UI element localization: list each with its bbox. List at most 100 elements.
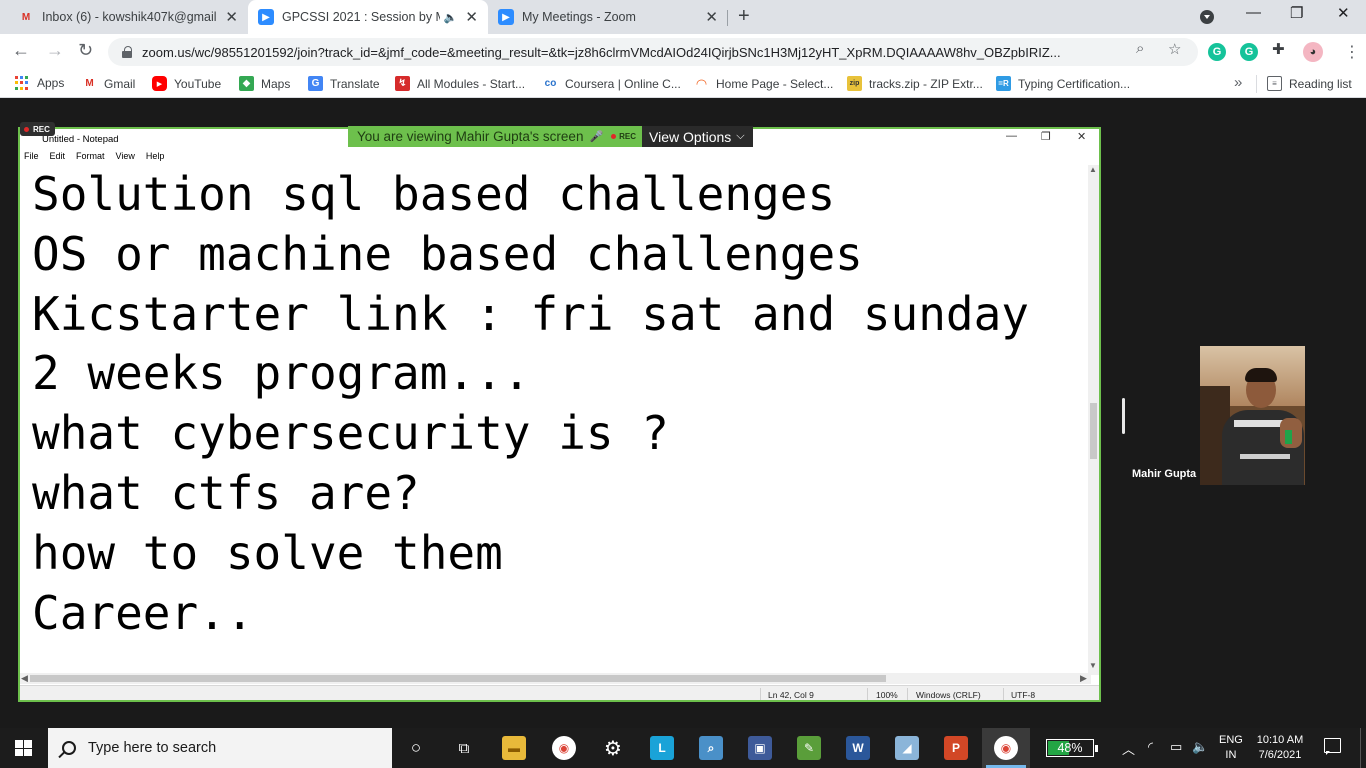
tab-title: My Meetings - Zoom xyxy=(522,10,636,24)
notepad-restore-icon[interactable]: ❐ xyxy=(1041,130,1051,143)
vertical-scroll-thumb[interactable] xyxy=(1090,403,1097,459)
battery-indicator[interactable]: 48% xyxy=(1046,739,1098,757)
tab-my-meetings[interactable]: ▶ My Meetings - Zoom ✕ xyxy=(488,0,728,34)
bookmark-home-page[interactable]: ◠ Home Page - Select... xyxy=(694,76,834,91)
participant-video[interactable] xyxy=(1200,346,1305,485)
bookmark-maps[interactable]: ◆ Maps xyxy=(239,76,290,91)
zoom-icon: ▶ xyxy=(258,9,274,25)
tab-gmail-inbox[interactable]: M Inbox (6) - kowshik407k@gmail.c ✕ xyxy=(8,0,248,34)
l-app-icon[interactable]: L xyxy=(650,736,674,760)
settings-gear-icon[interactable]: ⚙ xyxy=(601,736,625,760)
forward-arrow-icon[interactable]: → xyxy=(46,40,64,61)
windows-start-icon[interactable] xyxy=(15,740,32,756)
banner-rec-label: REC xyxy=(619,132,637,141)
horizontal-scroll-thumb[interactable] xyxy=(30,675,886,682)
magnifier-app-icon[interactable]: ⌕ xyxy=(699,736,723,760)
reading-list-button[interactable]: ≡ Reading list xyxy=(1267,76,1352,91)
view-options-button[interactable]: View Options ⌵ xyxy=(642,126,753,147)
encoding: UTF-8 xyxy=(1011,690,1036,700)
text-line: Career.. xyxy=(32,585,254,640)
wifi-icon[interactable]: ◜ xyxy=(1148,739,1153,755)
notepad-minimize-icon[interactable]: — xyxy=(1006,130,1017,142)
monitor-app-icon[interactable]: ▣ xyxy=(748,736,772,760)
bookmark-label: Translate xyxy=(330,76,380,91)
show-hidden-icons-chevron[interactable]: ︿ xyxy=(1122,739,1135,758)
notepad-statusbar: Ln 42, Col 9 100% Windows (CRLF) UTF-8 xyxy=(20,685,1099,700)
reload-icon[interactable]: ↻ xyxy=(78,40,93,61)
bookmark-all-modules[interactable]: ↯ All Modules - Start... xyxy=(395,76,525,91)
more-bookmarks-chevron[interactable]: » xyxy=(1234,74,1242,91)
powerpoint-icon[interactable]: P xyxy=(944,736,968,760)
task-view-icon[interactable]: ⧉ xyxy=(452,736,476,760)
system-clock[interactable]: 10:10 AM 7/6/2021 xyxy=(1248,733,1312,763)
lock-icon xyxy=(122,46,132,58)
snipping-tool-icon[interactable]: ◢ xyxy=(895,736,919,760)
speaker-icon[interactable]: 🔈 xyxy=(444,11,458,24)
menu-dots-icon[interactable]: ⋮ xyxy=(1344,42,1360,62)
screen: M Inbox (6) - kowshik407k@gmail.c ✕ ▶ GP… xyxy=(0,0,1366,768)
bookmark-translate[interactable]: G Translate xyxy=(308,76,380,91)
battery-icon[interactable]: ▭ xyxy=(1170,739,1182,755)
cortana-icon[interactable]: ○ xyxy=(404,736,428,760)
zoom-level: 100% xyxy=(876,690,898,700)
file-explorer-icon[interactable]: ▬ xyxy=(502,736,526,760)
chrome-active-icon[interactable]: ◉ xyxy=(994,736,1018,760)
extensions-puzzle-icon[interactable]: ✚ xyxy=(1272,40,1285,58)
vertical-scrollbar[interactable]: ▲ ▼ xyxy=(1088,165,1099,675)
menu-view[interactable]: View xyxy=(116,151,135,161)
bookmark-youtube[interactable]: ▶ YouTube xyxy=(152,76,221,91)
restore-icon[interactable]: ❐ xyxy=(1290,4,1303,22)
new-tab-plus-icon[interactable]: + xyxy=(738,5,750,28)
address-bar[interactable]: zoom.us/wc/98551201592/join?track_id=&jm… xyxy=(108,38,1198,66)
grammarly-icon[interactable]: G xyxy=(1208,43,1226,61)
tab-search-icon[interactable] xyxy=(1200,10,1214,24)
notifications-icon[interactable] xyxy=(1324,738,1341,755)
maps-icon: ◆ xyxy=(239,76,254,91)
close-icon[interactable]: ✕ xyxy=(705,8,718,26)
menu-edit[interactable]: Edit xyxy=(50,151,66,161)
bookmark-typing-certification[interactable]: =R Typing Certification... xyxy=(996,76,1130,91)
coursera-icon: co xyxy=(544,78,557,89)
profile-avatar[interactable]: ◕ xyxy=(1303,42,1323,62)
tab-separator xyxy=(727,10,728,26)
gmail-icon: M xyxy=(21,11,31,23)
show-desktop-button[interactable] xyxy=(1360,728,1361,768)
window-close-icon[interactable]: ✕ xyxy=(1337,4,1350,22)
scroll-left-icon[interactable]: ◀ xyxy=(21,673,28,684)
notepad-text-area[interactable]: Solution sql based challenges OS or machi… xyxy=(32,165,1082,665)
volume-icon[interactable]: 🔈 xyxy=(1192,739,1208,755)
bookmark-label: Apps xyxy=(37,76,65,90)
notepad-chart-icon[interactable]: ✎ xyxy=(797,736,821,760)
language-indicator[interactable]: ENG IN xyxy=(1219,733,1243,763)
bookmark-apps[interactable]: Apps xyxy=(15,76,64,90)
record-dot-icon xyxy=(24,126,29,132)
scroll-up-icon[interactable]: ▲ xyxy=(1089,165,1097,174)
notepad-close-icon[interactable]: ✕ xyxy=(1077,130,1086,143)
tab-gpcssi-session[interactable]: ▶ GPCSSI 2021 : Session by Mr 🔈 ✕ xyxy=(248,0,488,34)
zoom-icon: ▶ xyxy=(498,9,514,25)
taskbar-search-box[interactable]: Type here to search xyxy=(48,728,392,768)
back-arrow-icon[interactable]: ← xyxy=(12,40,30,61)
chrome-icon[interactable]: ◉ xyxy=(552,736,576,760)
youtube-icon: ▶ xyxy=(152,76,167,91)
close-icon[interactable]: ✕ xyxy=(225,8,238,26)
bookmark-gmail[interactable]: M Gmail xyxy=(82,76,135,91)
grammarly-extension-icon[interactable]: G xyxy=(1240,43,1258,61)
menu-file[interactable]: File xyxy=(24,151,39,161)
horizontal-scrollbar[interactable]: ◀ ▶ xyxy=(20,673,1091,684)
bookmark-coursera[interactable]: co Coursera | Online C... xyxy=(543,76,681,91)
menu-help[interactable]: Help xyxy=(146,151,165,161)
zip-icon: zip xyxy=(847,76,862,91)
minimize-icon[interactable]: — xyxy=(1246,4,1261,21)
bookmark-tracks-zip[interactable]: zip tracks.zip - ZIP Extr... xyxy=(847,76,983,91)
scroll-right-icon[interactable]: ▶ xyxy=(1080,673,1087,684)
url-text[interactable]: zoom.us/wc/98551201592/join?track_id=&jm… xyxy=(142,45,1132,60)
close-icon[interactable]: ✕ xyxy=(465,8,478,26)
zoom-magnifier-icon[interactable]: ⌕ xyxy=(1136,40,1144,57)
menu-format[interactable]: Format xyxy=(76,151,105,161)
panel-splitter-handle[interactable] xyxy=(1122,398,1125,434)
scroll-down-icon[interactable]: ▼ xyxy=(1089,661,1097,670)
word-icon[interactable]: W xyxy=(846,736,870,760)
bookmark-star-icon[interactable]: ☆ xyxy=(1168,40,1181,58)
browser-tab-strip: M Inbox (6) - kowshik407k@gmail.c ✕ ▶ GP… xyxy=(0,0,1366,34)
